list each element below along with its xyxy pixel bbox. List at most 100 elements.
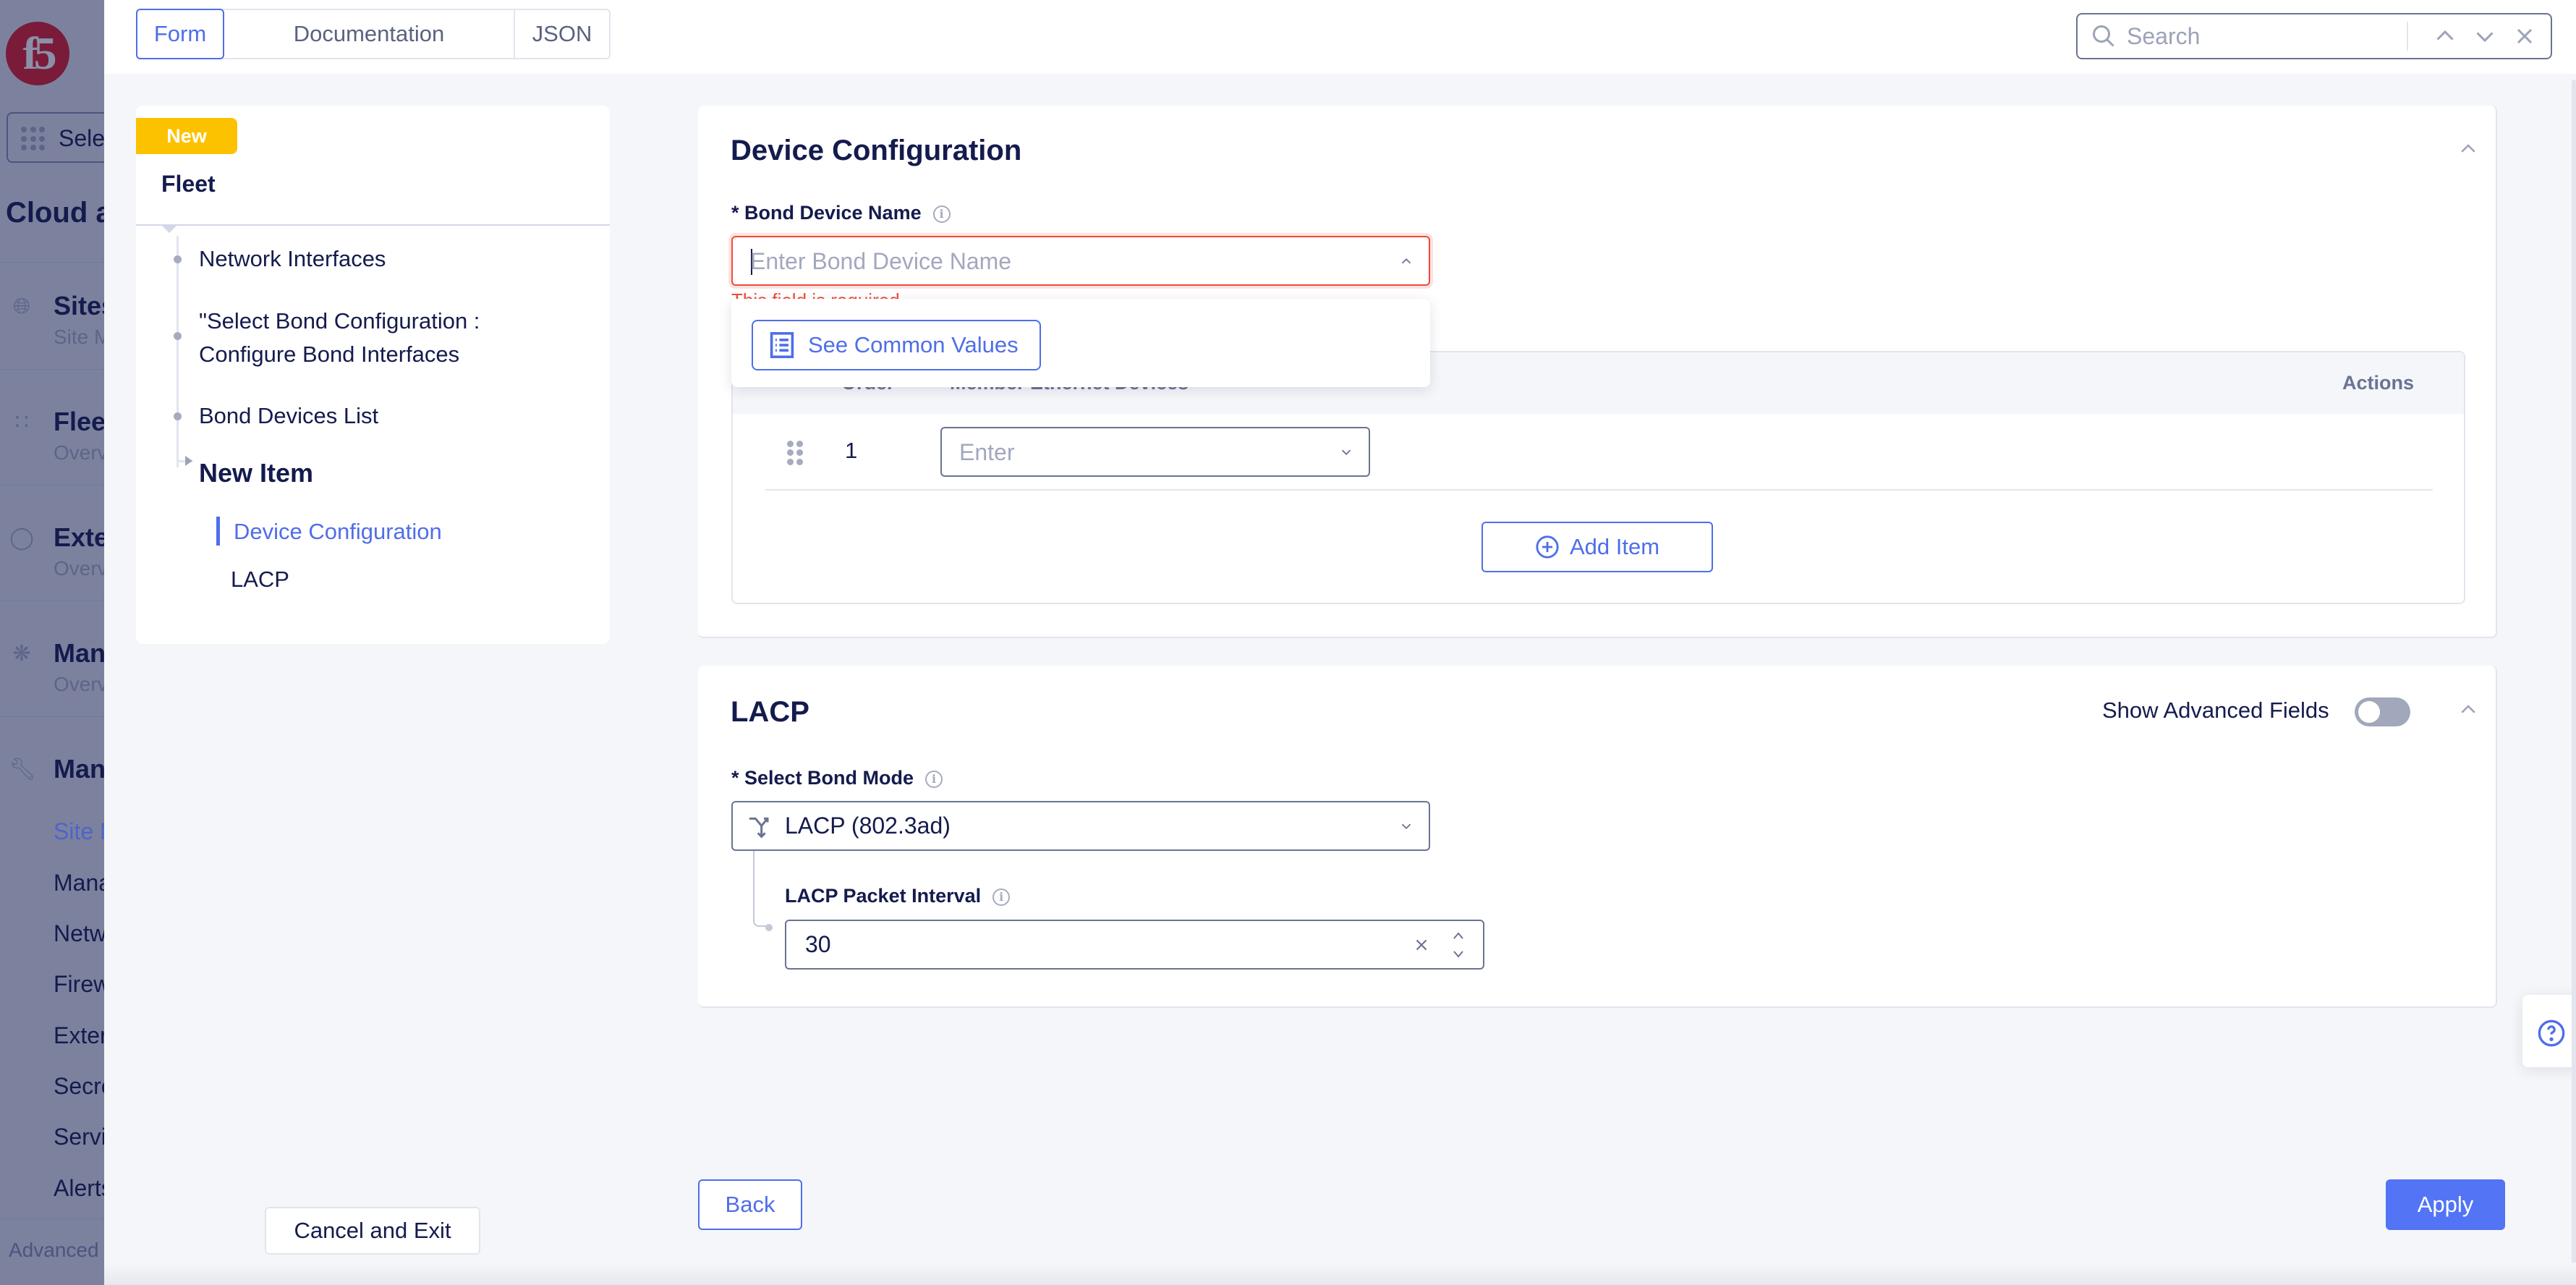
divider bbox=[0, 1218, 104, 1219]
packet-interval-label: LACP Packet Interval i bbox=[785, 885, 1011, 907]
back-button[interactable]: Back bbox=[698, 1179, 802, 1230]
add-item-label: Add Item bbox=[1569, 534, 1660, 559]
bg-nav-title: Fleet bbox=[54, 407, 104, 436]
bg-sub-item: Alerts bbox=[54, 1175, 104, 1201]
arrow-right-icon bbox=[185, 456, 192, 466]
nav-sub-lacp[interactable]: LACP bbox=[231, 563, 289, 596]
packet-interval-field[interactable]: 30 bbox=[785, 920, 1484, 970]
divider bbox=[0, 262, 104, 263]
workspace-select-label: Select bbox=[59, 125, 104, 151]
bg-nav-subtitle: Overview bbox=[54, 557, 104, 580]
bg-nav-external: ◯ External Overview bbox=[0, 521, 104, 593]
bg-nav-fleet: ∷ Fleet Overview bbox=[0, 405, 104, 478]
fleet-icon: ∷ bbox=[14, 410, 29, 434]
bond-device-name-input[interactable] bbox=[750, 245, 1358, 278]
info-icon[interactable]: i bbox=[992, 889, 1011, 906]
collapse-section-button[interactable] bbox=[2457, 138, 2479, 160]
bg-nav-title: Sites bbox=[54, 291, 104, 321]
cancel-and-exit-button[interactable]: Cancel and Exit bbox=[265, 1207, 480, 1255]
nav-item-new-item[interactable]: New Item bbox=[199, 457, 313, 490]
see-common-values-label: See Common Values bbox=[808, 332, 1019, 357]
tab-documentation[interactable]: Documentation bbox=[224, 10, 515, 58]
bg-nav-title: Manage bbox=[54, 754, 104, 784]
tree-dot bbox=[765, 924, 773, 931]
bond-mode-select[interactable]: LACP (802.3ad) bbox=[731, 801, 1430, 851]
nav-sub-device-configuration[interactable]: Device Configuration bbox=[216, 515, 442, 548]
nav-item-bond-devices-list[interactable]: Bond Devices List bbox=[199, 399, 378, 433]
tree-dot bbox=[174, 332, 182, 340]
see-common-values-button[interactable]: See Common Values bbox=[752, 320, 1041, 370]
tree-dot bbox=[174, 412, 182, 420]
section-title: Device Configuration bbox=[731, 135, 1022, 166]
label-text: * Bond Device Name bbox=[731, 202, 922, 224]
close-search-button[interactable] bbox=[2512, 23, 2538, 49]
help-button[interactable] bbox=[2522, 995, 2576, 1067]
bg-nav-sites: 🌐︎ Sites Site Management bbox=[0, 289, 104, 362]
bg-sub-item: Services bbox=[54, 1124, 104, 1150]
bg-sub-item: Firewall bbox=[54, 971, 104, 997]
caret-icon bbox=[161, 225, 177, 233]
tab-form[interactable]: Form bbox=[136, 9, 224, 59]
row-divider bbox=[765, 489, 2433, 491]
nav-item-label: "Select Bond Configuration : bbox=[199, 308, 480, 334]
modal-topbar: Form Documentation JSON bbox=[104, 0, 2576, 74]
divider bbox=[0, 369, 104, 370]
label-text: LACP Packet Interval bbox=[785, 885, 982, 907]
bg-nav-manage-2: 🔧︎ Manage bbox=[0, 752, 104, 825]
bg-sub-item: Site Management bbox=[54, 818, 104, 844]
row-order: 1 bbox=[845, 438, 858, 463]
list-icon bbox=[770, 332, 794, 358]
advanced-link: Advanced bbox=[9, 1239, 99, 1261]
previous-match-button[interactable] bbox=[2432, 23, 2458, 49]
bg-sub-item: Networking bbox=[54, 920, 104, 946]
merge-arrows-icon bbox=[749, 817, 769, 839]
info-icon[interactable]: i bbox=[932, 205, 951, 223]
member-device-select[interactable] bbox=[940, 427, 1370, 477]
chevron-down-icon[interactable] bbox=[1338, 444, 1354, 460]
divider bbox=[2407, 22, 2408, 51]
show-advanced-fields-toggle[interactable] bbox=[2355, 697, 2410, 726]
collapse-section-button[interactable] bbox=[2457, 699, 2479, 721]
decrement-button[interactable] bbox=[1450, 947, 1467, 962]
chevron-down-icon[interactable] bbox=[1398, 818, 1414, 834]
nav-item-select-bond-configuration[interactable]: "Select Bond Configuration : Configure B… bbox=[199, 305, 480, 371]
tree-connector bbox=[753, 851, 769, 927]
section-title: LACP bbox=[731, 696, 809, 728]
search-input[interactable] bbox=[2127, 20, 2387, 52]
nav-item-label: Configure Bond Interfaces bbox=[199, 342, 460, 367]
member-devices-table: Order Member Ethernet Devices Actions 1 … bbox=[731, 351, 2465, 604]
increment-button[interactable] bbox=[1450, 928, 1467, 943]
chevron-up-icon[interactable] bbox=[1398, 253, 1414, 269]
bg-sub-item: Secrets bbox=[54, 1073, 104, 1099]
bg-nav-subtitle: Site Management bbox=[54, 326, 104, 348]
info-icon[interactable]: i bbox=[925, 771, 943, 788]
column-header-actions: Actions bbox=[2342, 372, 2415, 394]
plus-circle-icon bbox=[1536, 535, 1559, 559]
tree-line bbox=[177, 236, 179, 467]
tab-json[interactable]: JSON bbox=[515, 10, 609, 58]
workspace-title: Cloud and Edge Sites bbox=[6, 197, 104, 229]
member-device-input[interactable] bbox=[959, 436, 1306, 469]
suggestions-dropdown: See Common Values bbox=[731, 299, 1430, 387]
bg-nav-title: Manage bbox=[54, 638, 104, 668]
divider bbox=[0, 716, 104, 717]
bg-nav-title: External bbox=[54, 522, 104, 552]
drag-handle-icon[interactable] bbox=[787, 441, 803, 465]
form-navigation: New Fleet Network Interfaces "Select Bon… bbox=[136, 106, 610, 644]
bg-sub-item: External bbox=[54, 1022, 104, 1048]
config-modal: Form Documentation JSON New Fleet Networ… bbox=[104, 0, 2576, 1285]
search-icon bbox=[2093, 25, 2114, 47]
nav-title: Fleet bbox=[161, 171, 216, 197]
divider bbox=[136, 224, 610, 226]
bg-nav-subtitle: Overview bbox=[54, 673, 104, 695]
next-match-button[interactable] bbox=[2472, 23, 2498, 49]
add-item-button[interactable]: Add Item bbox=[1482, 522, 1713, 572]
scrollbar[interactable] bbox=[2572, 80, 2576, 1281]
clear-icon[interactable] bbox=[1412, 936, 1431, 954]
apply-button[interactable]: Apply bbox=[2386, 1179, 2505, 1230]
workspace-select: Select bbox=[7, 112, 104, 163]
search-box bbox=[2076, 13, 2552, 59]
show-advanced-fields-label: Show Advanced Fields bbox=[2102, 697, 2329, 723]
nav-item-network-interfaces[interactable]: Network Interfaces bbox=[199, 242, 386, 276]
apps-grid-icon bbox=[21, 127, 46, 151]
